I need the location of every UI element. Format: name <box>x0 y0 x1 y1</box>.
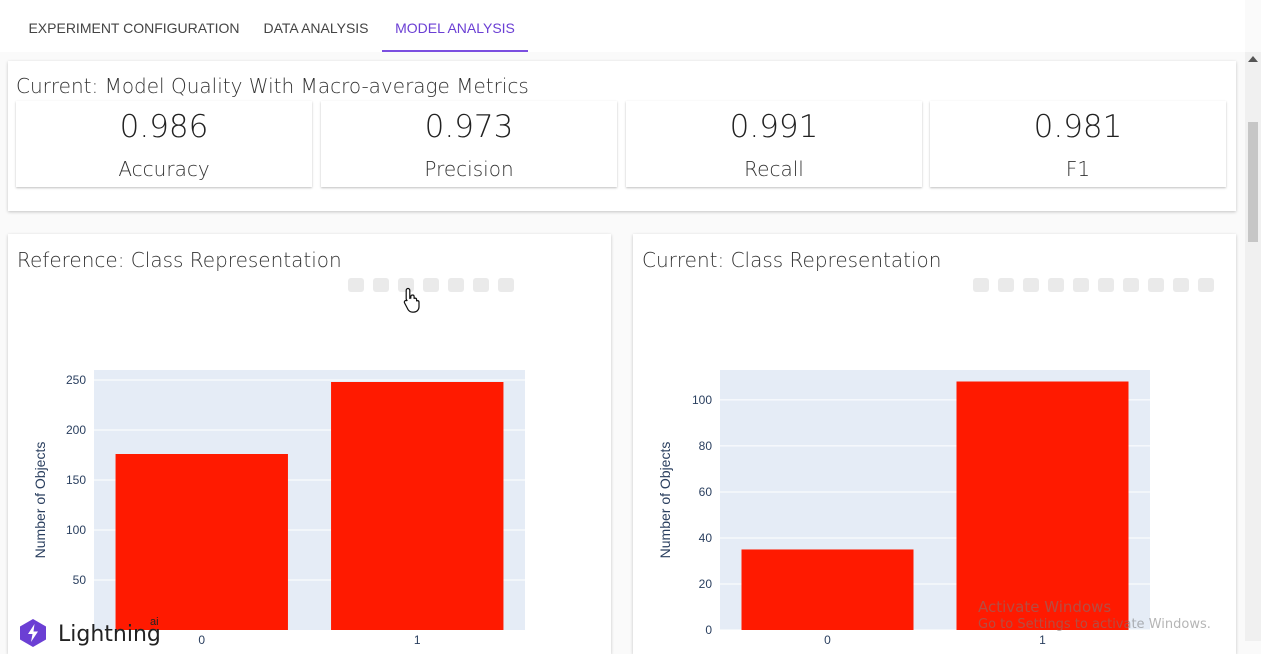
bar <box>956 381 1129 630</box>
activate-windows-watermark: Activate Windows Go to Settings to activ… <box>978 598 1211 634</box>
metric-value: 0.991 <box>729 109 819 145</box>
metric-value: 0.986 <box>119 109 209 145</box>
scrollbar-thumb[interactable] <box>1248 122 1258 242</box>
metric-value: 0.973 <box>424 109 514 145</box>
model-quality-title: Current: Model Quality With Macro-averag… <box>16 74 529 98</box>
x-tick-label: 1 <box>1039 633 1046 647</box>
tab-data-analysis[interactable]: DATA ANALYSIS <box>258 0 374 52</box>
scroll-up-arrow-icon[interactable] <box>1248 56 1258 62</box>
active-tab-indicator <box>382 50 528 52</box>
y-tick-label: 150 <box>66 473 86 487</box>
metric-f1: 0.981 F1 <box>930 101 1226 187</box>
bar <box>331 382 504 630</box>
metric-label: Accuracy <box>118 157 210 181</box>
tab-model-analysis[interactable]: MODEL ANALYSIS <box>382 0 528 52</box>
vertical-scrollbar[interactable] <box>1245 52 1261 641</box>
logo-superscript: ai <box>150 616 159 628</box>
y-tick-label: 0 <box>705 623 712 637</box>
y-tick-label: 100 <box>692 393 712 407</box>
current-bar-chart: 0 20 40 60 80 100 0 1 Number of Objects <box>657 370 1150 647</box>
x-tick-label: 0 <box>198 633 205 647</box>
watermark-title: Activate Windows <box>978 598 1112 616</box>
bar <box>741 549 914 630</box>
current-class-representation-card: Current: Class Representation 0 20 40 60 80 1… <box>633 234 1236 654</box>
y-tick-label: 60 <box>699 485 713 499</box>
metric-value: 0.981 <box>1033 109 1123 145</box>
y-tick-label: 100 <box>66 523 86 537</box>
y-axis-title: Number of Objects <box>32 442 48 559</box>
y-tick-label: 40 <box>699 531 713 545</box>
metric-recall: 0.991 Recall <box>626 101 922 187</box>
model-quality-card: Current: Model Quality With Macro-averag… <box>8 61 1236 211</box>
metric-label: F1 <box>1065 157 1091 181</box>
bar <box>115 454 288 630</box>
tab-bar: EXPERIMENT CONFIGURATION DATA ANALYSIS M… <box>0 0 1245 52</box>
reference-class-representation-card: Reference: Class Representation 50 100 150… <box>8 234 611 654</box>
hand-cursor-icon <box>403 287 420 313</box>
tab-experiment-configuration[interactable]: EXPERIMENT CONFIGURATION <box>16 0 252 52</box>
watermark-subtitle: Go to Settings to activate Windows. <box>978 617 1211 632</box>
y-axis-title: Number of Objects <box>657 442 673 559</box>
reference-bar-chart: 50 100 150 200 250 0 1 Number of Objects <box>32 370 525 647</box>
y-tick-label: 20 <box>699 577 713 591</box>
y-tick-label: 80 <box>699 439 713 453</box>
lightning-logo-icon <box>20 619 46 647</box>
x-tick-label: 0 <box>824 633 831 647</box>
metric-precision: 0.973 Precision <box>321 101 617 187</box>
y-tick-label: 50 <box>73 573 87 587</box>
x-tick-label: 1 <box>414 633 421 647</box>
metric-label: Precision <box>424 157 514 181</box>
logo-text: Lightning <box>58 622 161 647</box>
metric-label: Recall <box>744 157 804 181</box>
metric-accuracy: 0.986 Accuracy <box>16 101 312 187</box>
y-tick-label: 200 <box>66 423 86 437</box>
y-tick-label: 250 <box>66 373 86 387</box>
